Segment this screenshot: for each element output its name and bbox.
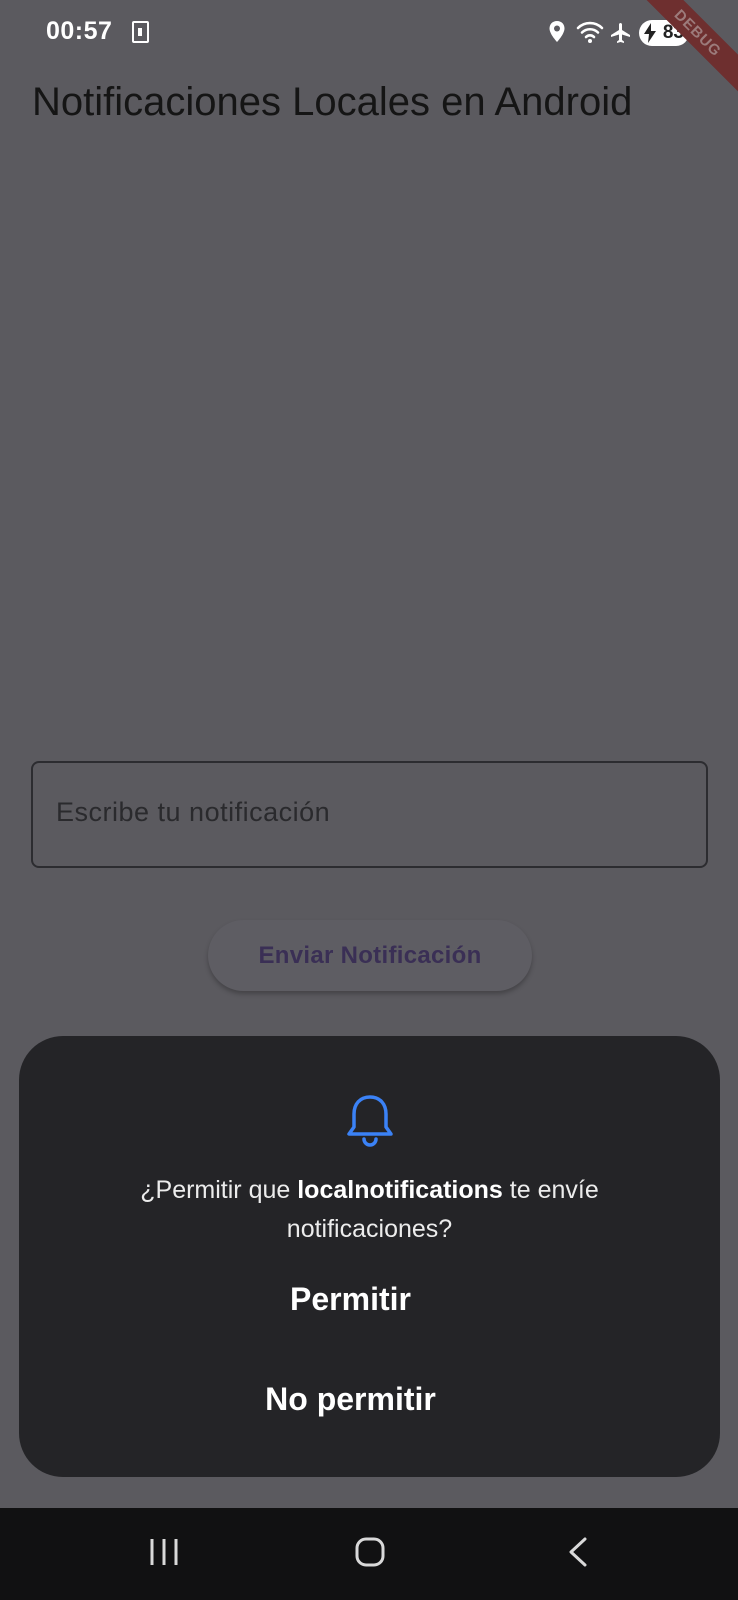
notification-input-placeholder: Escribe tu notificación <box>56 797 331 827</box>
notification-input[interactable]: Escribe tu notificación <box>31 761 708 868</box>
back-icon[interactable] <box>566 1536 590 1568</box>
page-title: Notificaciones Locales en Android <box>32 80 633 124</box>
home-icon[interactable] <box>354 1536 386 1568</box>
status-bar: 00:57 83 <box>0 0 738 66</box>
app-name: localnotifications <box>297 1176 503 1204</box>
wifi-icon <box>576 21 604 43</box>
location-icon <box>549 21 565 42</box>
deny-button[interactable]: No permitir <box>40 1369 661 1429</box>
allow-button[interactable]: Permitir <box>40 1269 661 1329</box>
message-prefix: ¿Permitir que <box>140 1176 298 1204</box>
permission-message: ¿Permitir que localnotifications te enví… <box>59 1171 680 1249</box>
recent-apps-icon[interactable] <box>148 1536 180 1568</box>
bell-icon <box>347 1095 393 1147</box>
sim-icon <box>132 21 149 43</box>
send-notification-button[interactable]: Enviar Notificación <box>208 920 532 991</box>
status-time: 00:57 <box>46 17 113 45</box>
airplane-icon <box>611 23 630 43</box>
charging-bolt-icon <box>644 23 656 43</box>
navigation-bar <box>0 1508 738 1600</box>
